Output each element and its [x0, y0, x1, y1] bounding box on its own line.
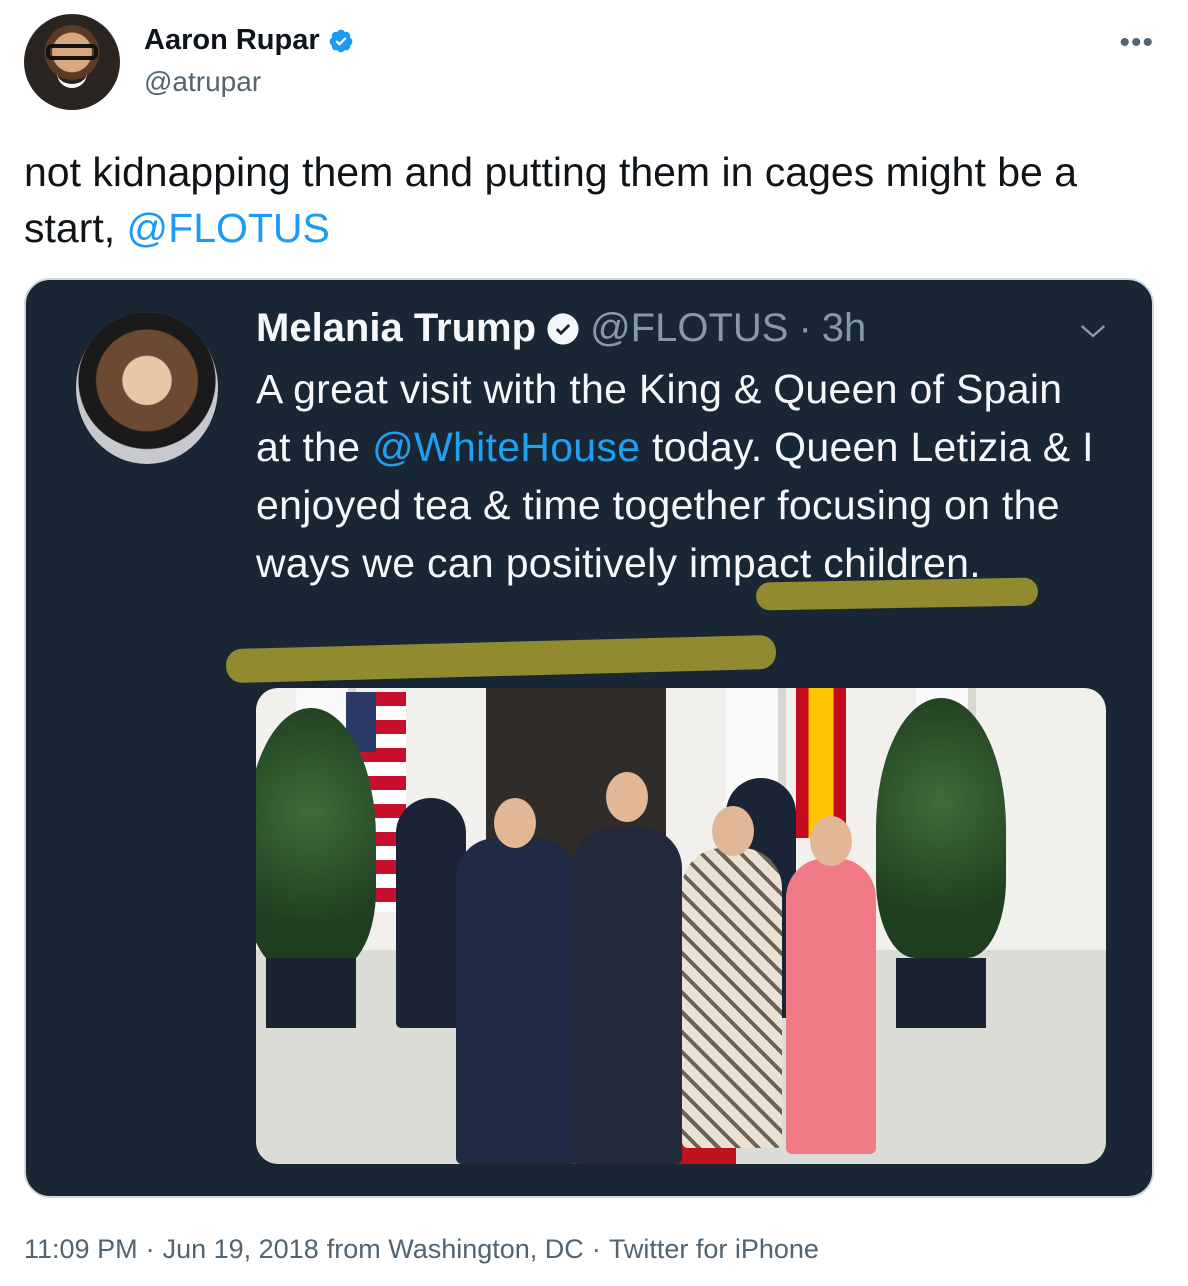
quoted-avatar — [76, 312, 218, 464]
quoted-verified-badge-icon — [547, 312, 579, 345]
photo-person — [456, 838, 576, 1164]
verified-badge-icon — [329, 29, 353, 52]
author-name-row: Aaron Rupar — [144, 24, 354, 57]
photo-head — [606, 772, 648, 822]
source-label[interactable]: Twitter for iPhone — [609, 1234, 819, 1265]
timestamp-date[interactable]: Jun 19, 2018 — [163, 1234, 319, 1265]
quoted-mention: @WhiteHouse — [372, 424, 641, 470]
photo-head — [810, 816, 852, 866]
quoted-handle: @FLOTUS — [590, 306, 789, 350]
footer-separator: · — [591, 1234, 601, 1264]
more-options-icon[interactable]: ••• — [1119, 26, 1154, 60]
avatar-glasses — [46, 44, 98, 60]
author-avatar[interactable] — [24, 14, 120, 110]
quoted-separator: · — [798, 306, 812, 350]
photo-person — [682, 848, 782, 1148]
photo-topiary-right — [876, 698, 1006, 958]
photo-person — [786, 858, 876, 1154]
photo-spain-flag — [796, 688, 846, 838]
author-handle[interactable]: @atrupar — [144, 66, 261, 98]
tweet-header: Aaron Rupar @atrupar ••• — [24, 14, 1164, 114]
tweet-footer: 11:09 PM · Jun 19, 2018 from Washington,… — [24, 1234, 819, 1265]
footer-location: from Washington, DC — [326, 1234, 584, 1264]
footer-separator: · — [145, 1234, 155, 1264]
photo-person — [572, 828, 682, 1164]
avatar-smile — [57, 72, 87, 88]
photo-head — [712, 806, 754, 856]
highlighter-mark-2 — [225, 634, 777, 684]
chevron-down-icon — [1080, 325, 1106, 338]
timestamp-time[interactable]: 11:09 PM — [24, 1234, 138, 1265]
photo-head — [494, 798, 536, 848]
photo-planter-right — [896, 958, 986, 1028]
author-display-name[interactable]: Aaron Rupar — [144, 24, 320, 57]
quoted-photo — [256, 688, 1106, 1164]
quoted-display-name: Melania Trump — [256, 306, 537, 350]
quoted-time: 3h — [821, 306, 867, 350]
quoted-header: Melania Trump @FLOTUS · 3h — [256, 306, 866, 351]
quoted-text: A great visit with the King & Queen of S… — [256, 360, 1096, 592]
mention-link[interactable]: @FLOTUS — [127, 205, 330, 251]
photo-planter-left — [266, 958, 356, 1028]
attached-screenshot[interactable]: Melania Trump @FLOTUS · 3h A great visit… — [24, 278, 1154, 1198]
tweet-text: not kidnapping them and putting them in … — [24, 144, 1164, 256]
